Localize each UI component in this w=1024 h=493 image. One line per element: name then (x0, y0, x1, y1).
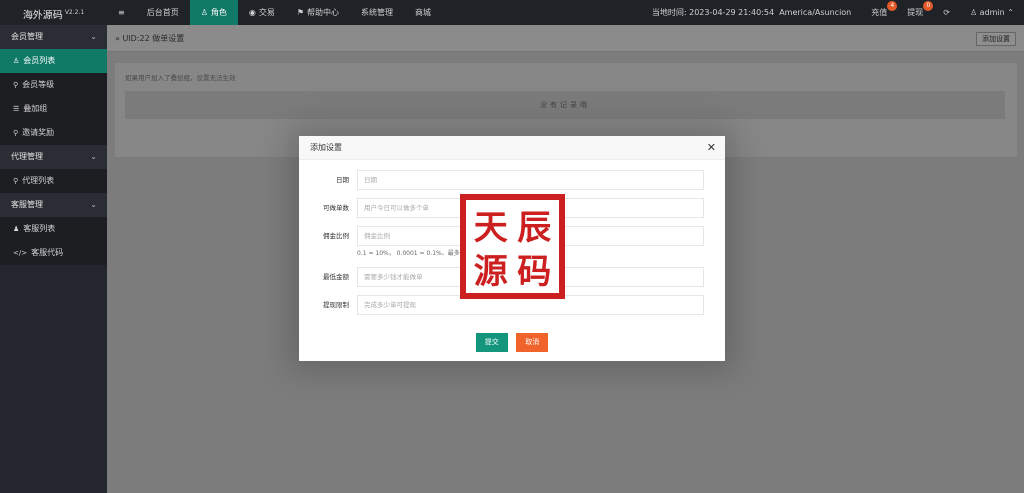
sidebar-item-service-list[interactable]: ♟ 客服列表 (0, 217, 107, 241)
stamp-frame: 天 辰 源 码 (466, 200, 559, 293)
sidebar-item-invite-reward[interactable]: ⚲ 邀请奖励 (0, 121, 107, 145)
stamp-char: 码 (512, 246, 556, 292)
user-menu[interactable]: ♙ admin ⌃ (960, 0, 1024, 25)
breadcrumb: » UID:22 做单设置 (115, 34, 185, 43)
app-logo[interactable]: 海外源码 V2.2.1 (0, 0, 107, 25)
close-icon[interactable]: ✕ (707, 136, 716, 160)
sidebar-item-member-level[interactable]: ⚲ 会员等级 (0, 73, 107, 97)
nav-home[interactable]: 后台首页 (136, 0, 190, 25)
top-right-bar: 当地时间: 2023-04-29 21:40:54 America/Asunci… (642, 0, 1024, 25)
chevron-down-icon: ⌄ (90, 200, 97, 209)
flag-icon: ⚑ (296, 8, 305, 17)
empty-state: 没有记录哦 (125, 91, 1005, 119)
stamp-text: 天 辰 源 码 (469, 203, 556, 292)
chevron-down-icon: ⌄ (90, 152, 97, 161)
modal-title: 添加设置 (310, 143, 342, 152)
sidebar: 会员管理 ⌄ ♙ 会员列表 ⚲ 会员等级 ☰ 叠加组 ⚲ 邀请奖励 代理管理 ⌄ ⚲ 代理列表… (0, 25, 107, 493)
local-time: 当地时间: 2023-04-29 21:40:54 America/Asunci… (651, 8, 852, 17)
menu-toggle-button[interactable]: ≡ (107, 0, 136, 25)
trade-icon: ◉ (248, 8, 256, 17)
sidebar-group-service[interactable]: 客服管理 ⌄ (0, 193, 107, 217)
user-icon: ♙ (13, 57, 20, 65)
username: admin (979, 8, 1005, 17)
sidebar-item-stack-group[interactable]: ☰ 叠加组 (0, 97, 107, 121)
sidebar-group-member[interactable]: 会员管理 ⌄ (0, 25, 107, 49)
stamp-char: 辰 (512, 203, 556, 248)
watermark-stamp: 天 辰 源 码 (460, 194, 565, 299)
code-icon: </> (13, 249, 28, 257)
sidebar-item-member-list[interactable]: ♙ 会员列表 (0, 49, 107, 73)
withdraw-button[interactable]: 提现 0 (897, 0, 934, 25)
user-icon: ♙ (200, 8, 208, 17)
nav-system[interactable]: 系统管理 (350, 0, 404, 25)
chevron-up-icon: ⌃ (1007, 8, 1014, 17)
refresh-button[interactable]: ⟳ (933, 0, 960, 25)
modal-header: 添加设置 ✕ (299, 136, 725, 160)
recharge-badge: 4 (887, 1, 898, 11)
refresh-icon: ⟳ (943, 8, 950, 17)
users-icon: ♟ (13, 225, 20, 233)
commission-label: 佣金比例 (323, 232, 349, 240)
link-icon: ⚲ (13, 177, 19, 185)
withdraw-limit-label: 提现限制 (323, 301, 349, 309)
nav-role[interactable]: ♙ 角色 (189, 0, 238, 25)
cancel-button[interactable]: 取消 (516, 333, 549, 352)
sidebar-item-service-code[interactable]: </> 客服代码 (0, 241, 107, 265)
modal-buttons: 提交 取消 (299, 333, 725, 353)
chevron-down-icon: ⌄ (90, 32, 97, 41)
timezone: America/Asuncion (779, 8, 852, 17)
nav-mall[interactable]: 商城 (404, 0, 442, 25)
min-amount-label: 最低金额 (323, 273, 349, 281)
nav-trade[interactable]: ◉ 交易 (238, 0, 286, 25)
stamp-char: 天 (469, 203, 513, 248)
version-label: V2.2.1 (64, 9, 85, 16)
nav-help[interactable]: ⚑ 帮助中心 (286, 0, 350, 25)
top-bar: 海外源码 V2.2.1 ≡ 后台首页 ♙ 角色 ◉ 交易 ⚑ 帮助中心 系统管理 商城 … (0, 0, 1024, 25)
top-nav: ≡ 后台首页 ♙ 角色 ◉ 交易 ⚑ 帮助中心 系统管理 商城 (107, 0, 442, 25)
list-icon: ☰ (13, 105, 20, 113)
recharge-button[interactable]: 充值 4 (861, 0, 898, 25)
date-input[interactable] (357, 170, 704, 190)
menu-icon: ≡ (118, 8, 125, 17)
add-setting-button[interactable]: 添加设置 (976, 32, 1016, 46)
order-count-label: 可做单数 (323, 204, 349, 212)
link-icon: ⚲ (13, 81, 19, 89)
form-row-date: 日期 (299, 170, 725, 190)
withdraw-badge: 0 (923, 1, 934, 11)
sidebar-group-agent[interactable]: 代理管理 ⌄ (0, 145, 107, 169)
hint-text: 如果用户加入了叠加组，设置无法生效 (125, 74, 236, 82)
user-icon: ♙ (969, 8, 978, 17)
breadcrumb-bar: » UID:22 做单设置 添加设置 (107, 25, 1024, 52)
stamp-char: 源 (469, 246, 513, 292)
submit-button[interactable]: 提交 (475, 333, 508, 352)
date-label: 日期 (336, 176, 349, 184)
link-icon: ⚲ (13, 129, 19, 137)
sidebar-item-agent-list[interactable]: ⚲ 代理列表 (0, 169, 107, 193)
